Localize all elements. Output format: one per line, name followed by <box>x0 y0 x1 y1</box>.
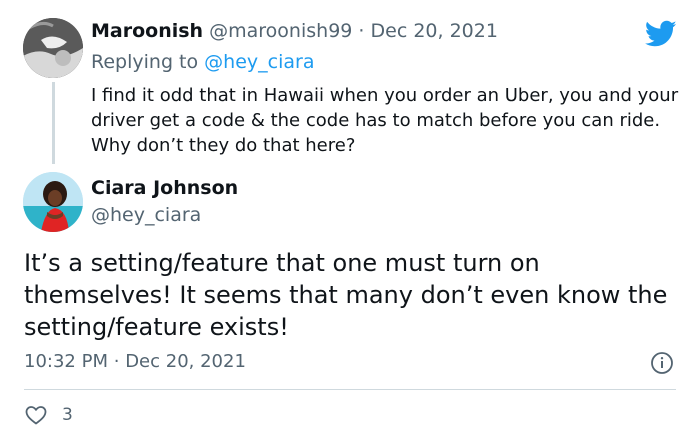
avatar-maroonish[interactable] <box>23 18 83 78</box>
main-author-name[interactable]: Ciara Johnson <box>91 177 238 199</box>
reply-separator: · <box>358 20 365 42</box>
replying-to-line: Replying to @hey_ciara <box>91 51 314 73</box>
reply-author-name[interactable]: Maroonish <box>91 20 203 42</box>
info-icon[interactable] <box>650 351 674 375</box>
reply-tweet-header: Maroonish @maroonish99 · Dec 20, 2021 <box>91 20 498 42</box>
reply-date[interactable]: Dec 20, 2021 <box>371 20 498 42</box>
tweet-timestamp[interactable]: 10:32 PM · Dec 20, 2021 <box>24 351 246 372</box>
main-tweet-text: It’s a setting/feature that one must tur… <box>24 249 668 341</box>
heart-icon[interactable] <box>24 403 48 427</box>
tweet-date: Dec 20, 2021 <box>125 351 246 372</box>
avatar-ciara[interactable] <box>23 172 83 232</box>
twitter-bird-icon <box>645 20 677 47</box>
avatar-image <box>23 172 83 232</box>
timestamp-separator: · <box>113 351 120 372</box>
replying-to-handle-link[interactable]: @hey_ciara <box>204 51 314 73</box>
thread-connector-line <box>52 82 55 164</box>
reply-author-handle[interactable]: @maroonish99 <box>209 20 352 42</box>
like-action[interactable]: 3 <box>24 402 73 428</box>
avatar-image <box>23 18 83 78</box>
reply-tweet-text: I find it odd that in Hawaii when you or… <box>91 85 679 156</box>
tweet-time: 10:32 PM <box>24 351 108 372</box>
main-author-handle[interactable]: @hey_ciara <box>91 204 201 226</box>
replying-to-label: Replying to <box>91 51 199 73</box>
like-count: 3 <box>62 405 73 425</box>
tweet-divider <box>24 389 676 390</box>
